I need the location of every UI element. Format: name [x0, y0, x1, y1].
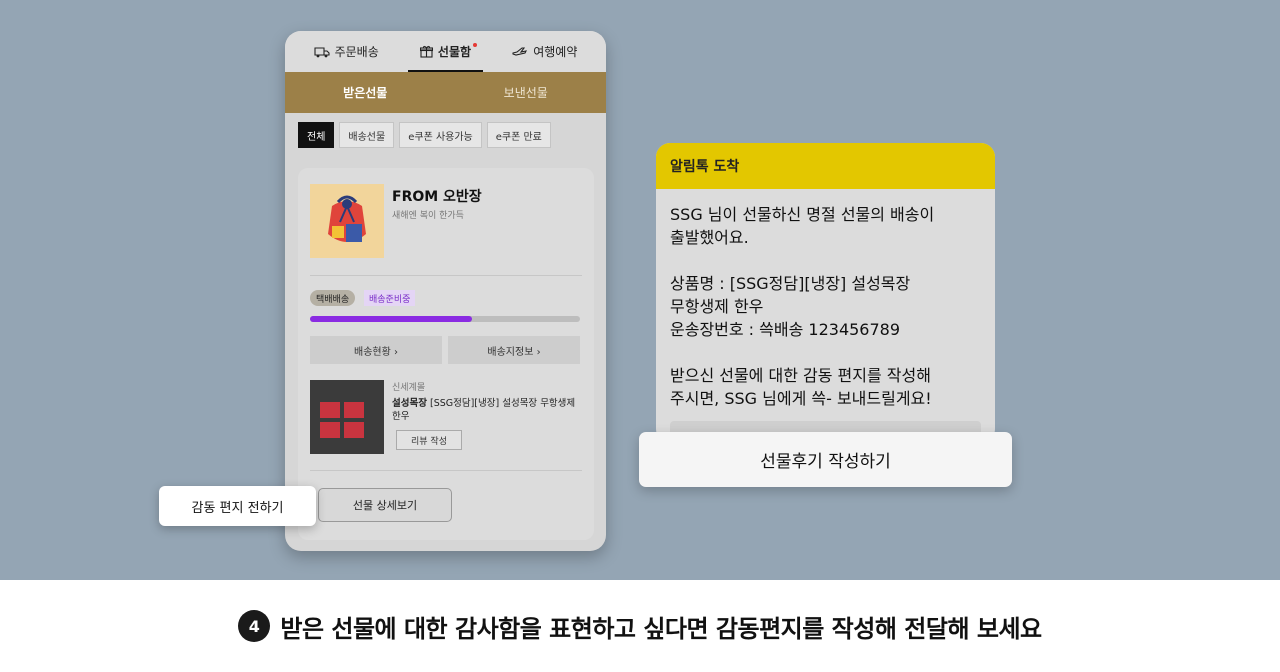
delivery-status-button[interactable]: 배송현황 ›	[310, 336, 442, 364]
filter-delivery[interactable]: 배송선물	[339, 122, 395, 148]
send-letter-button[interactable]: 감동 편지 전하기	[159, 486, 316, 526]
write-review-button[interactable]: 리뷰 작성	[396, 430, 462, 450]
gift-icon	[419, 45, 433, 58]
truck-icon	[314, 46, 330, 57]
alimtalk-line: 주시면, SSG 님에게 쓱- 보내드릴게요!	[670, 389, 932, 408]
caption: 4 받은 선물에 대한 감사함을 표현하고 싶다면 감동편지를 작성해 전달해 …	[0, 580, 1280, 672]
alimtalk-message: 알림톡 도착 SSG 님이 선물하신 명절 선물의 배송이 출발했어요. 상품명…	[656, 143, 995, 443]
tab-order-delivery[interactable]: 주문배송	[302, 31, 391, 72]
gift-message: 새해엔 복이 한가득	[392, 211, 464, 221]
new-dot	[473, 43, 478, 47]
tab-sent-gifts[interactable]: 보낸선물	[446, 84, 607, 101]
shipping-type-badge: 택배배송	[310, 290, 356, 306]
tab-travel[interactable]: 여행예약	[500, 31, 589, 72]
airplane-icon	[512, 46, 528, 56]
write-gift-review-button[interactable]: 선물후기 작성하기	[639, 432, 1012, 487]
alimtalk-header: 알림톡 도착	[656, 143, 995, 189]
filter-ecoupon-expired[interactable]: e쿠폰 만료	[486, 122, 551, 148]
divider	[310, 470, 582, 471]
gift-pouch-image	[310, 184, 384, 258]
product-image	[310, 380, 384, 454]
filter-all[interactable]: 전체	[298, 122, 335, 148]
gift-detail-button[interactable]: 선물 상세보기	[318, 488, 452, 522]
caption-text: 받은 선물에 대한 감사함을 표현하고 싶다면 감동편지를 작성해 전달해 보세…	[280, 614, 1042, 643]
alimtalk-line: 받으신 선물에 대한 감동 편지를 작성해	[670, 366, 931, 385]
gift-card: FROM 오반장 새해엔 복이 한가득 택배배송 배송준비중 배송현황 › 배송…	[298, 168, 594, 540]
alimtalk-line: 무항생제 한우	[670, 297, 764, 316]
filter-chips: 전체 배송선물 e쿠폰 사용가능 e쿠폰 만료	[285, 113, 606, 157]
step-number-badge: 4	[238, 610, 271, 642]
delivery-progress-fill	[310, 316, 472, 322]
illustration-stage: 주문배송 선물함 여행예약 받은선물 보낸선물 전체 배송선물 e쿠폰 사용가능…	[0, 0, 1280, 580]
alimtalk-line: 상품명 : [SSG정담][냉장] 설성목장	[670, 274, 911, 293]
alimtalk-line: 출발했어요.	[670, 228, 749, 247]
divider	[310, 275, 582, 276]
alimtalk-line: SSG 님이 선물하신 명절 선물의 배송이	[670, 205, 935, 224]
tab-gift-box[interactable]: 선물함	[407, 31, 484, 72]
product-name: 설성목장 [SSG정담][냉장] 설성목장 무항생제 한우	[392, 398, 576, 422]
gift-from: FROM 오반장	[392, 189, 482, 205]
sub-tab-bar: 받은선물 보낸선물	[285, 72, 606, 113]
product-brand: 신세계몰	[392, 383, 426, 393]
tab-label: 선물함	[437, 45, 472, 59]
top-tab-bar: 주문배송 선물함 여행예약	[285, 31, 606, 72]
delivery-progress	[310, 316, 580, 322]
delivery-address-button[interactable]: 배송지정보 ›	[448, 336, 580, 364]
alimtalk-line	[670, 341, 981, 364]
tab-received-gifts[interactable]: 받은선물	[285, 84, 446, 101]
alimtalk-body: SSG 님이 선물하신 명절 선물의 배송이 출발했어요. 상품명 : [SSG…	[656, 189, 995, 424]
alimtalk-line	[670, 249, 981, 272]
tab-label: 주문배송	[334, 45, 379, 59]
filter-ecoupon-usable[interactable]: e쿠폰 사용가능	[399, 122, 482, 148]
alimtalk-line: 운송장번호 : 쓱배송 123456789	[670, 320, 901, 339]
phone-mockup: 주문배송 선물함 여행예약 받은선물 보낸선물 전체 배송선물 e쿠폰 사용가능…	[285, 31, 606, 551]
tab-label: 여행예약	[533, 45, 578, 59]
status-badge: 배송준비중	[364, 290, 416, 306]
